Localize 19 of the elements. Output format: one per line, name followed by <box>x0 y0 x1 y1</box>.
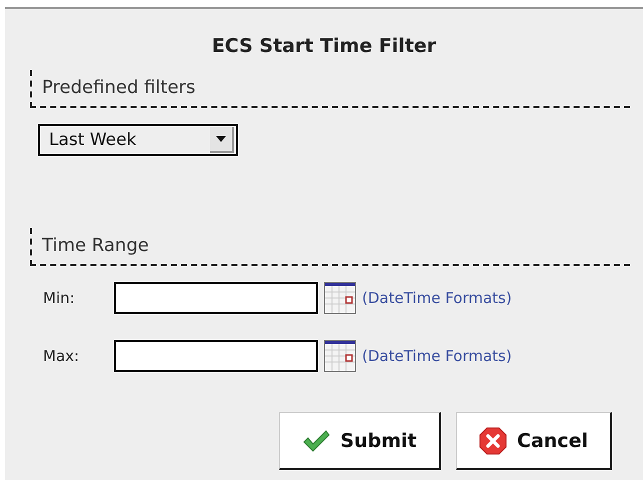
calendar-icon[interactable] <box>324 340 356 372</box>
section-legend: Time Range <box>42 235 149 256</box>
dialog-title: ECS Start Time Filter <box>210 34 438 59</box>
field-label: Max: <box>43 347 80 365</box>
field-label: Min: <box>43 289 76 307</box>
submit-button[interactable]: Submit <box>279 412 441 470</box>
datetime-formats-link[interactable]: DateTime Formats <box>368 347 506 365</box>
datetime-formats-link[interactable]: DateTime Formats <box>368 289 506 307</box>
cancel-button[interactable]: Cancel <box>456 412 612 470</box>
formats-link-text: (DateTime Formats) <box>362 289 512 307</box>
date-field[interactable] <box>114 282 318 314</box>
calendar-icon[interactable] <box>324 282 356 314</box>
date-field[interactable] <box>114 340 318 372</box>
cancel-icon <box>479 426 508 454</box>
filter-dropdown[interactable]: Last Week <box>38 124 238 156</box>
section-legend: Predefined filters <box>42 77 196 98</box>
dropdown-arrow-icon <box>216 136 226 142</box>
formats-link-text: (DateTime Formats) <box>362 347 512 365</box>
check-icon <box>302 428 330 452</box>
